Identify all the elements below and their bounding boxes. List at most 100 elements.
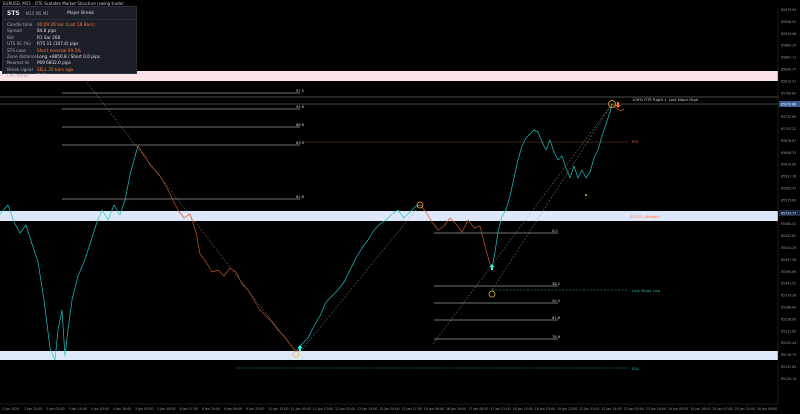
time-axis-label: 17 Jan 08:00 xyxy=(468,407,488,411)
signal-markers[interactable] xyxy=(292,100,621,358)
price-axis-label: 65231.62 xyxy=(781,329,796,333)
time-axis-label: 11 Jan 00:00 xyxy=(291,407,311,411)
time-axis-label: 2 Jan 2024 xyxy=(2,407,19,411)
time-axis-label: 9 Jan 22:00 xyxy=(246,407,264,411)
price-axis-label: 65919.96 xyxy=(781,32,796,36)
svg-text:61.8: 61.8 xyxy=(552,316,561,320)
time-axis-label: 23 Jan 16:00 xyxy=(646,407,666,411)
panel-row-key: FVG break xyxy=(7,73,29,79)
low-signal-marker xyxy=(488,290,496,298)
time-axis-label: 18 Jan 23:00 xyxy=(535,407,555,411)
upper-fib-labels: 97.5 93.8 88.6 82.0 61.8 xyxy=(296,89,305,199)
svg-text:50.0: 50.0 xyxy=(552,299,561,303)
time-axis-label: 17 Jan 21:00 xyxy=(490,407,510,411)
price-axis[interactable]: 65973.94 65948.03 65919.96 65889.24 65867.11… xyxy=(781,8,796,381)
svg-text:0.0: 0.0 xyxy=(552,229,558,233)
time-axis-label: 5 Jan 05:00 xyxy=(135,407,153,411)
price-axis-label: 65648.33 xyxy=(781,151,796,155)
time-axis-label: 12 Jan 02:00 xyxy=(335,407,355,411)
time-axis-label: 3 Jan 01:00 xyxy=(46,407,64,411)
time-axis-label: 16 Jan 06:00 xyxy=(424,407,444,411)
time-axis-label: 9 Jan 09:00 xyxy=(224,407,242,411)
time-axis-label: 3 Jan 14:00 xyxy=(69,407,87,411)
price-axis-label: 65676.67 xyxy=(781,139,796,143)
svg-text:38.2: 38.2 xyxy=(552,282,560,286)
time-axis-label: 24 Jan 18:00 xyxy=(690,407,710,411)
time-axis-label: 11 Jan 13:00 xyxy=(313,407,333,411)
svg-text:Last Major Low: Last Major Low xyxy=(632,288,660,293)
price-axis-label: 65889.24 xyxy=(781,44,796,48)
svg-text:100% OTE Right + Last Major Hi: 100% OTE Right + Last Major High xyxy=(632,97,699,102)
time-axis-label: 22 Jan 14:00 xyxy=(601,407,621,411)
time-axis-label: 23 Jan 03:00 xyxy=(624,407,644,411)
time-axis-label: 5 Jan 18:00 xyxy=(157,407,175,411)
time-axis-label: 12 Jan 15:00 xyxy=(357,407,377,411)
buy-arrow-icon xyxy=(297,345,303,351)
sell-arrow-icon xyxy=(615,102,621,108)
price-axis-label: 65369.69 xyxy=(781,270,796,274)
price-series xyxy=(0,103,625,361)
svg-text:POI: POI xyxy=(632,139,638,144)
time-axis-label: 25 Jan 20:00 xyxy=(735,407,755,411)
price-axis-label: 65948.03 xyxy=(781,20,796,24)
svg-text:88.6: 88.6 xyxy=(296,123,305,127)
svg-text:65970.86: 65970.86 xyxy=(781,103,796,107)
svg-text:78.6: 78.6 xyxy=(552,335,561,339)
lower-fib-lines xyxy=(434,232,558,340)
price-axis-label: 65703.22 xyxy=(781,127,796,131)
price-axis-label: 65619.89 xyxy=(781,163,796,167)
panel-row-value: 7:00 xyxy=(37,73,47,79)
lower-fib-labels: 0.0 38.2 50.0 61.8 78.6 xyxy=(552,229,561,339)
price-axis-label: 65732.80 xyxy=(781,115,796,119)
panel-timeframe: M15 M5 M1 xyxy=(25,10,49,16)
series-segment-1 xyxy=(0,145,139,361)
time-axis-label: 18 Jan 10:00 xyxy=(513,407,533,411)
price-axis-label: 65812.21 xyxy=(781,79,796,83)
price-axis-label: 65784.62 xyxy=(781,91,796,95)
svg-text:97.5: 97.5 xyxy=(296,89,304,93)
svg-text:82.0: 82.0 xyxy=(296,141,305,145)
svg-text:93.8: 93.8 xyxy=(296,105,305,109)
time-axis-label: 10 Jan 11:00 xyxy=(268,407,288,411)
price-axis-label: 65424.29 xyxy=(781,246,796,250)
price-axis-label: 65314.26 xyxy=(781,294,796,298)
series-segment-5 xyxy=(491,103,613,269)
demand-zone-mid xyxy=(0,211,778,221)
time-axis-label: 24 Jan 05:00 xyxy=(668,407,688,411)
price-axis-label: 65120.14 xyxy=(781,377,796,381)
time-axis-label: 22 Jan 01:00 xyxy=(579,407,599,411)
price-axis-label: 65286.69 xyxy=(781,306,796,310)
dot-marker xyxy=(585,194,587,196)
time-axis[interactable]: 2 Jan 2024 2 Jan 12:00 3 Jan 01:00 3 Jan 14… xyxy=(2,407,777,411)
time-axis-label: 16 Jan 19:00 xyxy=(446,407,466,411)
panel-header: STS M15 M5 M1 Major Break xyxy=(3,7,136,20)
annotation-labels: 100% OTE Right + Last Major High POI STS… xyxy=(630,97,699,371)
time-axis-label: 26 Jan 09:00 xyxy=(757,407,777,411)
time-axis-label: 2 Jan 12:00 xyxy=(24,407,42,411)
price-axis-label: 65591.18 xyxy=(781,175,796,179)
time-axis-label: 19 Jan 12:00 xyxy=(557,407,577,411)
price-axis-label: 65397.26 xyxy=(781,258,796,262)
svg-text:STS PL (Broken): STS PL (Broken) xyxy=(630,214,661,219)
price-axis-label: 65203.44 xyxy=(781,341,796,345)
time-axis-label: 4 Jan 16:00 xyxy=(113,407,131,411)
price-axis-label: 65147.64 xyxy=(781,365,796,369)
price-axis-label: 65258.99 xyxy=(781,317,796,321)
svg-text:EQL: EQL xyxy=(632,366,640,371)
time-axis-label: 8 Jan 07:00 xyxy=(180,407,198,411)
price-axis-label: 65535.60 xyxy=(781,198,796,202)
time-axis-label: 15 Jan 04:00 xyxy=(379,407,399,411)
price-axis-label: 65867.11 xyxy=(781,56,796,60)
price-axis-label: 65452.82 xyxy=(781,234,796,238)
sts-info-panel[interactable]: STS M15 M5 M1 Major Break Candle time 00:… xyxy=(2,6,137,78)
series-segment-3 xyxy=(295,204,421,353)
demand-zone-bottom xyxy=(0,351,778,360)
panel-symbol: STS xyxy=(7,9,20,17)
svg-text:65724.77: 65724.77 xyxy=(781,212,796,216)
panel-state: Major Break xyxy=(67,10,94,16)
panel-rows: Candle time 00:09:26 bar (Last 18 Bars) Sp… xyxy=(3,20,136,82)
price-axis-label: 65176.73 xyxy=(781,353,796,357)
time-axis-label: 4 Jan 03:00 xyxy=(91,407,109,411)
panel-row: FVG break 7:00 xyxy=(7,73,132,79)
time-axis-label: 15 Jan 17:00 xyxy=(402,407,422,411)
